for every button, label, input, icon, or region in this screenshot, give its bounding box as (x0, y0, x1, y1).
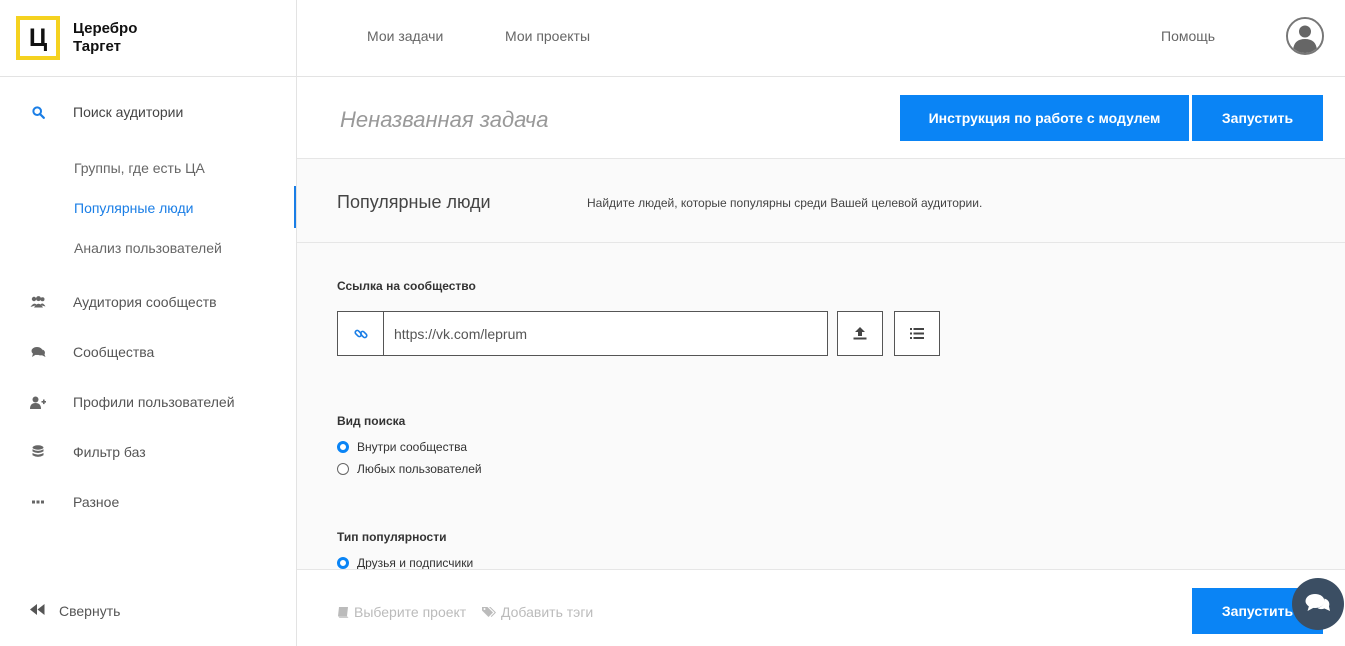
logo-text: Церебро Таргет (73, 20, 137, 56)
add-tags-link[interactable]: Добавить тэги (482, 604, 593, 620)
radio-label: Друзья и подписчики (357, 556, 474, 570)
top-header: Мои задачи Мои проекты Помощь (297, 0, 1345, 77)
brand-name-line1: Церебро (73, 20, 138, 37)
search-icon (30, 104, 46, 120)
sidebar-item-label: Поиск аудитории (73, 104, 184, 120)
logo-mark: Ц (16, 16, 60, 60)
sidebar-subitem-popular-people[interactable]: Популярные люди (74, 200, 193, 216)
radio-dot (337, 463, 349, 475)
sidebar-subitem-groups-with-ta[interactable]: Группы, где есть ЦА (74, 160, 205, 176)
sidebar-item-label: Сообщества (73, 344, 155, 360)
users-icon (30, 294, 46, 310)
sidebar: Ц Церебро Таргет Поиск аудитории Группы,… (0, 0, 297, 646)
radio-inside-community[interactable]: Внутри сообщества (337, 440, 467, 454)
user-plus-icon (30, 394, 46, 410)
comments-icon (30, 344, 46, 360)
popularity-type-label: Тип популярности (337, 530, 447, 544)
upload-button[interactable] (837, 311, 883, 356)
nav-my-projects[interactable]: Мои проекты (505, 28, 590, 44)
sidebar-item-audience-search[interactable]: Поиск аудитории (0, 97, 296, 127)
run-button-top[interactable]: Запустить (1192, 95, 1323, 141)
sidebar-item-misc[interactable]: Разное (0, 487, 296, 517)
list-icon (910, 328, 924, 339)
nav-help[interactable]: Помощь (1161, 28, 1215, 44)
radio-friends-subscribers[interactable]: Друзья и подписчики (337, 556, 473, 570)
task-title[interactable]: Неназванная задача (340, 107, 549, 133)
collapse-sidebar-button[interactable]: Свернуть (30, 602, 120, 620)
sidebar-item-label: Профили пользователей (73, 394, 235, 410)
logo-letter: Ц (28, 23, 48, 52)
chat-widget-button[interactable] (1292, 578, 1344, 630)
logo[interactable]: Ц Церебро Таргет (0, 0, 296, 77)
upload-icon (853, 327, 867, 340)
community-link-input[interactable] (384, 312, 827, 355)
module-description: Найдите людей, которые популярны среди В… (587, 196, 983, 210)
user-avatar-icon (1288, 19, 1322, 53)
sidebar-item-base-filter[interactable]: Фильтр баз (0, 437, 296, 467)
radio-label: Внутри сообщества (357, 440, 468, 454)
community-link-label: Ссылка на сообщество (337, 279, 476, 293)
task-header: Неназванная задача Инструкция по работе … (297, 77, 1345, 159)
radio-dot (337, 441, 349, 453)
sidebar-item-community-audience[interactable]: Аудитория сообществ (0, 287, 296, 317)
active-indicator (294, 186, 296, 228)
instruction-button[interactable]: Инструкция по работе с модулем (900, 95, 1189, 141)
link-icon (338, 312, 384, 355)
module-title: Популярные люди (337, 192, 491, 212)
double-chevron-left-icon (30, 602, 45, 620)
sidebar-item-label: Аудитория сообществ (73, 294, 217, 310)
list-button[interactable] (894, 311, 940, 356)
footer-bar: Выберите проект Добавить тэги Запустить (297, 569, 1345, 646)
book-icon (338, 606, 349, 618)
radio-any-users[interactable]: Любых пользователей (337, 462, 482, 476)
more-icon (30, 494, 46, 510)
radio-dot (337, 557, 349, 569)
sidebar-item-label: Фильтр баз (73, 444, 146, 460)
nav-my-tasks[interactable]: Мои задачи (367, 28, 443, 44)
sidebar-item-label: Разное (73, 494, 120, 510)
database-icon (30, 444, 46, 460)
radio-label: Любых пользователей (357, 462, 482, 476)
add-tags-label: Добавить тэги (501, 604, 594, 620)
sidebar-subitem-user-analysis[interactable]: Анализ пользователей (74, 240, 222, 256)
sidebar-item-user-profiles[interactable]: Профили пользователей (0, 387, 296, 417)
avatar[interactable] (1286, 17, 1324, 55)
main-content: Неназванная задача Инструкция по работе … (297, 77, 1345, 570)
collapse-label: Свернуть (59, 603, 121, 619)
tags-icon (482, 606, 496, 617)
search-type-label: Вид поиска (337, 414, 406, 428)
sidebar-item-communities[interactable]: Сообщества (0, 337, 296, 367)
select-project-label: Выберите проект (354, 604, 467, 620)
select-project-link[interactable]: Выберите проект (337, 604, 466, 620)
community-link-field (337, 311, 828, 356)
chat-icon (1305, 594, 1330, 611)
module-header: Популярные люди Найдите людей, которые п… (297, 159, 1345, 243)
brand-name-line2: Таргет (73, 38, 122, 55)
